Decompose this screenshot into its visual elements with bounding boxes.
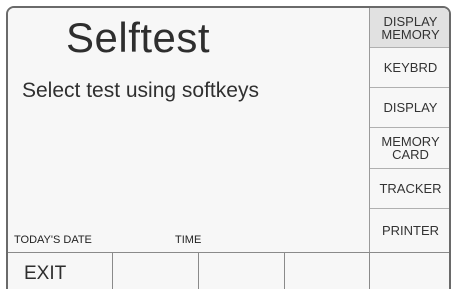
softkey-label-line2: CARD <box>392 147 429 162</box>
bottom-softkey-2[interactable] <box>113 253 199 289</box>
exit-button-label: EXIT <box>24 263 67 284</box>
softkey-display[interactable]: DISPLAY <box>370 88 449 128</box>
bottom-softkey-3[interactable] <box>199 253 285 289</box>
instrument-screen: Selftest Select test using softkeys TODA… <box>6 6 451 289</box>
softkey-keybrd[interactable]: KEYBRD <box>370 48 449 88</box>
softkey-printer[interactable]: PRINTER <box>370 209 449 252</box>
softkey-display-memory[interactable]: DISPLAY MEMORY <box>370 8 449 48</box>
softkey-label: TRACKER <box>379 181 442 196</box>
time-label: TIME <box>175 234 202 246</box>
softkey-label: KEYBRD <box>383 60 438 75</box>
softkey-label-line2: MEMORY <box>381 26 440 42</box>
instruction-text: Select test using softkeys <box>22 79 259 102</box>
exit-button[interactable]: EXIT <box>8 253 113 289</box>
bottom-softkey-4[interactable] <box>285 253 370 289</box>
softkey-column: DISPLAY MEMORY KEYBRD DISPLAY MEMORY CAR… <box>369 8 449 252</box>
bottom-softkey-row: EXIT <box>8 252 449 289</box>
softkey-memory-card[interactable]: MEMORY CARD <box>370 128 449 169</box>
softkey-label: PRINTER <box>381 223 440 238</box>
softkey-label: DISPLAY <box>383 100 438 115</box>
softkey-label-line1: DISPLAY <box>383 13 438 29</box>
main-display-area: Selftest Select test using softkeys TODA… <box>8 8 369 252</box>
bottom-softkey-5[interactable] <box>370 253 449 289</box>
todays-date-label: TODAY'S DATE <box>14 234 92 246</box>
softkey-tracker[interactable]: TRACKER <box>370 169 449 209</box>
page-title: Selftest <box>66 14 211 61</box>
